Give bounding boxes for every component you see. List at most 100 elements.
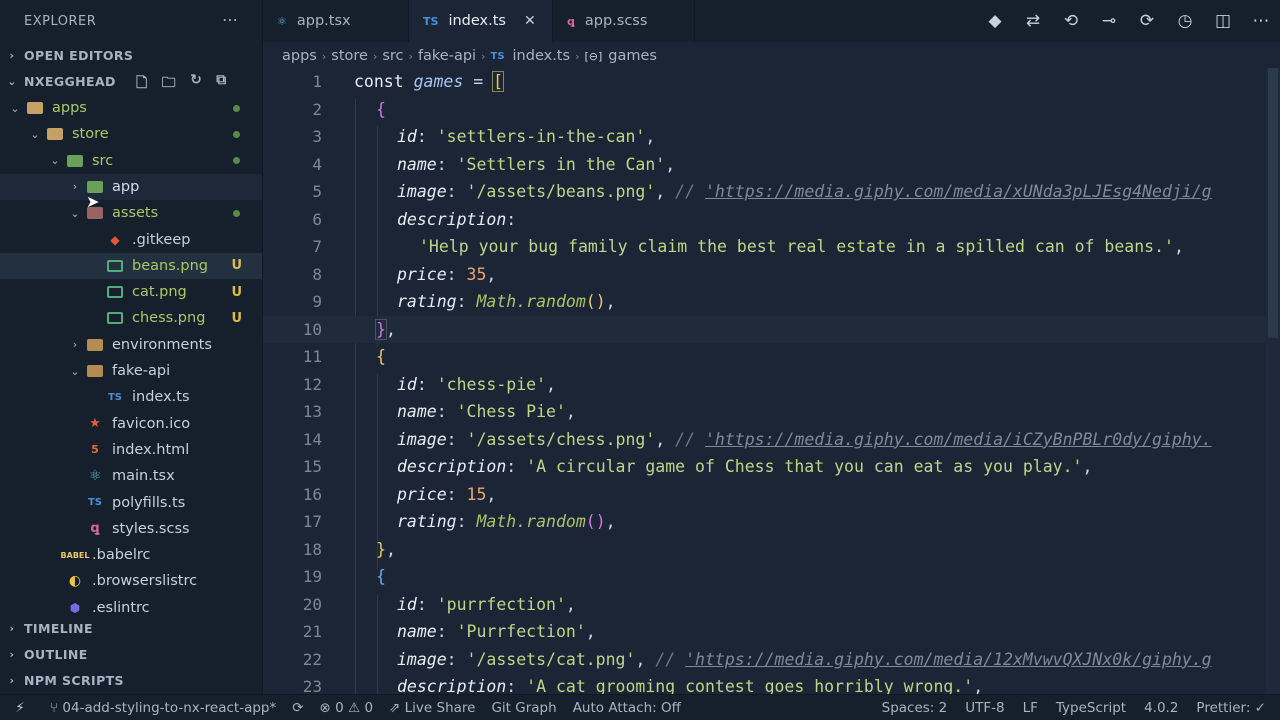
- typescript-icon: TS: [423, 14, 439, 28]
- chevron-down-icon[interactable]: ⌄: [68, 365, 82, 378]
- more-actions-icon[interactable]: ⋯: [1242, 11, 1280, 31]
- tree-item[interactable]: 5 index.html: [0, 437, 262, 463]
- chevron-down-icon[interactable]: ⌄: [48, 154, 62, 167]
- npm-scripts-label: NPM SCRIPTS: [24, 672, 124, 688]
- comment-url[interactable]: 'https://media.giphy.com/media/xUNda3pLJ…: [705, 182, 1212, 201]
- tree-item[interactable]: ⌄ apps: [0, 95, 262, 121]
- tree-item[interactable]: cat.png U: [0, 279, 262, 305]
- timeline-section[interactable]: › TIMELINE: [0, 615, 262, 641]
- tree-item-label: apps: [52, 100, 87, 116]
- tree-item[interactable]: ⌄ src: [0, 148, 262, 174]
- sass-icon: ꝗ: [567, 14, 575, 28]
- eol-indicator[interactable]: LF: [1023, 700, 1038, 716]
- problems-indicator[interactable]: ⊗ 0 ⚠ 0: [320, 700, 373, 716]
- breadcrumb-item[interactable]: src: [382, 48, 403, 64]
- tab-index-ts[interactable]: TS index.ts ✕: [409, 0, 553, 42]
- string-literal: 'Help your bug family claim the best rea…: [419, 237, 1174, 257]
- tree-item-label: assets: [112, 205, 159, 222]
- code-line: 1 const games = [: [263, 68, 1280, 96]
- comment-url[interactable]: 'https://media.giphy.com/media/iCZyBnPBL…: [705, 430, 1212, 449]
- line-number: 21: [302, 622, 322, 642]
- chevron-right-icon[interactable]: ›: [68, 338, 82, 351]
- more-actions-icon[interactable]: ⋯: [222, 10, 239, 29]
- line-number: 7: [312, 237, 322, 257]
- tree-item[interactable]: ◐ .browserslistrc: [0, 568, 262, 594]
- collapse-all-icon[interactable]: ⧉: [216, 72, 226, 96]
- ts-version[interactable]: 4.0.2: [1144, 700, 1178, 716]
- breadcrumb-item[interactable]: fake-api: [418, 48, 476, 64]
- outline-section[interactable]: › OUTLINE: [0, 641, 262, 667]
- chevron-down-icon[interactable]: ⌄: [28, 128, 42, 141]
- tree-item[interactable]: ⌄ assets: [0, 200, 262, 226]
- workspace-label: NXEGGHEAD: [24, 73, 116, 89]
- tree-item[interactable]: TS polyfills.ts: [0, 490, 262, 516]
- npm-scripts-section[interactable]: › NPM SCRIPTS: [0, 667, 262, 693]
- tab-app-scss[interactable]: ꝗ app.scss: [553, 0, 695, 42]
- line-number: 14: [302, 429, 322, 449]
- go-forward-icon[interactable]: ⟳: [1128, 11, 1166, 31]
- comment-url[interactable]: 'https://media.giphy.com/media/12xMvwvQX…: [685, 650, 1212, 669]
- react-icon: ⚛: [88, 468, 102, 485]
- breadcrumb-item[interactable]: index.ts: [513, 48, 571, 64]
- commit-icon[interactable]: ⊸: [1090, 11, 1128, 31]
- open-editors-label: OPEN EDITORS: [24, 47, 134, 63]
- untracked-badge: U: [231, 258, 242, 274]
- live-share-button[interactable]: ⇗ Live Share: [389, 700, 475, 716]
- modified-dot: [233, 130, 240, 138]
- breadcrumb-item[interactable]: apps: [282, 48, 317, 64]
- language-mode[interactable]: TypeScript: [1056, 700, 1126, 716]
- branch-indicator[interactable]: ⑂ 04-add-styling-to-nx-react-app*: [50, 700, 276, 716]
- sync-icon[interactable]: ⟳: [292, 700, 303, 716]
- breadcrumb-item[interactable]: games: [608, 48, 657, 64]
- scrollbar-thumb[interactable]: [1268, 68, 1278, 338]
- chevron-down-icon[interactable]: ⌄: [8, 102, 22, 115]
- auto-attach-button[interactable]: Auto Attach: Off: [573, 700, 681, 716]
- git-icon[interactable]: ◆: [976, 11, 1014, 31]
- tree-item[interactable]: › app: [0, 173, 262, 200]
- new-folder-icon[interactable]: 🗀: [162, 72, 176, 96]
- editor-scrollbar[interactable]: [1266, 68, 1280, 694]
- typescript-icon: TS: [490, 50, 505, 62]
- tree-item-label: cat.png: [132, 284, 187, 301]
- tree-item-label: index.html: [112, 441, 190, 458]
- timeline-icon[interactable]: ◷: [1166, 11, 1204, 31]
- prettier-status[interactable]: Prettier: ✓: [1196, 700, 1266, 716]
- line-number: 8: [312, 264, 322, 284]
- split-editor-icon[interactable]: ◫: [1204, 11, 1242, 31]
- refresh-icon[interactable]: ↻: [190, 72, 202, 96]
- tree-item[interactable]: ◆ .gitkeep: [0, 227, 262, 253]
- modified-dot: [233, 209, 240, 217]
- string-literal: 'purrfection': [436, 594, 566, 614]
- chevron-right-icon[interactable]: ›: [68, 180, 82, 193]
- workspace-section[interactable]: ⌄ NXEGGHEAD 🗋 🗀 ↻ ⧉: [0, 68, 262, 94]
- code-editor[interactable]: 1 const games = [ 2{ 3 id: 'settlers-in-t…: [263, 68, 1280, 694]
- tree-item[interactable]: ⌄ fake-api: [0, 358, 262, 384]
- number-literal: 15: [466, 484, 487, 504]
- remote-icon[interactable]: ⚡: [0, 695, 40, 720]
- tab-app-tsx[interactable]: ⚛ app.tsx: [263, 0, 409, 42]
- git-graph-button[interactable]: Git Graph: [491, 700, 556, 716]
- breadcrumb-item[interactable]: store: [331, 48, 368, 64]
- tree-item[interactable]: chess.png U: [0, 305, 262, 331]
- tree-item[interactable]: ꝗ styles.scss: [0, 516, 262, 542]
- line-number: 4: [312, 154, 322, 174]
- tree-item[interactable]: ⚛ main.tsx: [0, 463, 262, 489]
- tree-item[interactable]: TS index.ts: [0, 384, 262, 410]
- new-file-icon[interactable]: 🗋: [136, 72, 148, 96]
- chevron-down-icon[interactable]: ⌄: [68, 207, 82, 220]
- close-icon[interactable]: ✕: [524, 13, 536, 29]
- tree-item-label: src: [92, 152, 114, 169]
- line-number: 20: [302, 594, 322, 614]
- go-back-icon[interactable]: ⟲: [1052, 11, 1090, 31]
- open-editors-section[interactable]: › OPEN EDITORS: [0, 42, 262, 68]
- tree-item[interactable]: beans.png U: [0, 252, 262, 279]
- tree-item[interactable]: ★ favicon.ico: [0, 411, 262, 437]
- encoding-indicator[interactable]: UTF-8: [965, 700, 1004, 716]
- compare-changes-icon[interactable]: ⇄: [1014, 11, 1052, 31]
- tree-item[interactable]: ⌄ store: [0, 121, 262, 147]
- tree-item[interactable]: › environments: [0, 332, 262, 358]
- tree-item[interactable]: BABEL .babelrc: [0, 542, 262, 568]
- react-icon: ⚛: [277, 14, 287, 28]
- indentation-indicator[interactable]: Spaces: 2: [882, 700, 948, 716]
- line-number: 13: [302, 402, 322, 422]
